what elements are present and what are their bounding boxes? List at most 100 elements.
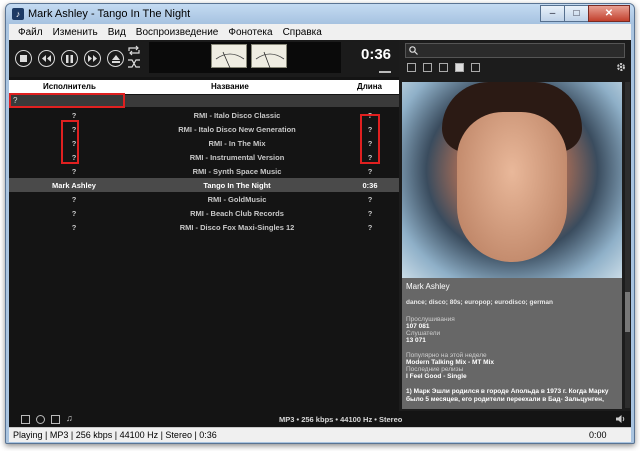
menu-help[interactable]: Справка: [278, 27, 327, 38]
status-text: Playing | MP3 | 256 kbps | 44100 Hz | St…: [13, 430, 217, 440]
bottom-toolbar: ♫ MP3 • 256 kbps • 44100 Hz • Stereo: [9, 411, 631, 427]
artist-tags: dance; disco; 80s; europop; eurodisco; g…: [406, 299, 553, 306]
highlight-box-filter: [9, 93, 125, 108]
artist-bio: 1) Марк Эшли родился в городе Апольда в …: [406, 388, 609, 403]
vu-meter-right: [251, 44, 287, 69]
volume-icon[interactable]: [615, 414, 625, 424]
plays-value: 107 081: [406, 323, 430, 330]
window-title: Mark Ashley - Tango In The Night: [28, 8, 191, 20]
repeat-shuffle-icons[interactable]: [127, 44, 141, 72]
stop-icon: [20, 55, 27, 62]
plays-label: Прослушивания: [406, 316, 455, 323]
releases-label: Последние релизы: [406, 366, 464, 373]
pause-icon: [66, 54, 73, 63]
row-artist: ?: [71, 195, 77, 204]
eject-button[interactable]: [107, 50, 124, 67]
row-length: ?: [367, 209, 373, 218]
vu-meter-left: [211, 44, 247, 69]
status-bar: Playing | MP3 | 256 kbps | 44100 Hz | St…: [9, 427, 631, 442]
row-artist: ?: [71, 209, 77, 218]
column-length[interactable]: Длина: [357, 82, 382, 91]
row-title: RMI - GoldMusic: [207, 195, 267, 204]
row-title: RMI - In The Mix: [208, 139, 266, 148]
view-columns-icon[interactable]: [439, 63, 448, 72]
search-input[interactable]: [420, 45, 620, 56]
view-lyrics-icon[interactable]: [471, 63, 480, 72]
row-title: Tango In The Night: [203, 181, 271, 190]
row-artist: ?: [71, 167, 77, 176]
app-icon: ♪: [12, 8, 24, 20]
format-info: MP3 • 256 kbps • 44100 Hz • Stereo: [279, 415, 403, 424]
artist-photo-face: [457, 112, 567, 262]
row-title: RMI - Instrumental Version: [189, 153, 285, 162]
row-title: RMI - Italo Disco Classic: [193, 111, 281, 120]
previous-button[interactable]: [38, 50, 55, 67]
menu-playback[interactable]: Воспроизведение: [131, 27, 224, 38]
row-length: ?: [367, 167, 373, 176]
row-artist: ?: [71, 111, 77, 120]
info-scrollbar[interactable]: [625, 82, 630, 408]
search-icon: [409, 46, 418, 55]
vu-needle-left-icon: [215, 51, 245, 69]
elapsed-time: 0:36: [361, 46, 392, 63]
music-note-icon[interactable]: ♫: [66, 413, 73, 423]
maximize-button[interactable]: □: [564, 5, 589, 22]
vu-meter-panel: [149, 42, 341, 73]
artist-info: Mark Ashley dance; disco; 80s; europop; …: [402, 278, 622, 409]
row-title: RMI - Synth Space Music: [192, 167, 282, 176]
playlist-row[interactable]: ? RMI - GoldMusic?: [9, 192, 399, 206]
menu-icon[interactable]: [21, 415, 30, 424]
row-title: RMI - Disco Fox Maxi-Singles 12: [179, 223, 295, 232]
playlist-header: Исполнитель Название Длина: [9, 80, 399, 94]
view-grid-icon[interactable]: [423, 63, 432, 72]
column-title[interactable]: Название: [211, 82, 249, 91]
next-button[interactable]: [84, 50, 101, 67]
menu-bar: Файл Изменить Вид Воспроизведение Фоноте…: [9, 24, 631, 40]
row-title: RMI - Italo Disco New Generation: [178, 125, 296, 134]
row-title: RMI - Beach Club Records: [190, 209, 284, 218]
listeners-label: Слушатели: [406, 330, 441, 337]
playlist-row[interactable]: ? RMI - Disco Fox Maxi-Singles 12?: [9, 220, 399, 234]
gear-icon[interactable]: [616, 62, 626, 72]
playlist-row-now-playing[interactable]: Mark Ashley Tango In The Night 0:36: [9, 178, 399, 192]
view-list-icon[interactable]: [407, 63, 416, 72]
fast-forward-icon: [88, 55, 97, 62]
search-box[interactable]: [405, 43, 625, 58]
popular-label: Популярно на этой неделе: [406, 352, 487, 359]
settings-icon[interactable]: [36, 415, 45, 424]
listeners-value: 13 071: [406, 337, 426, 344]
eject-icon: [111, 54, 120, 63]
column-artist[interactable]: Исполнитель: [43, 82, 96, 91]
title-bar: ♪ Mark Ashley - Tango In The Night – □ ✕: [6, 4, 634, 24]
row-length: ?: [367, 223, 373, 232]
minimize-button[interactable]: –: [540, 5, 565, 22]
menu-file[interactable]: Файл: [13, 27, 48, 38]
repeat-icon[interactable]: [128, 45, 140, 56]
menu-edit[interactable]: Изменить: [48, 27, 103, 38]
rewind-icon: [42, 55, 51, 62]
close-button[interactable]: ✕: [588, 5, 630, 22]
releases-value: I Feel Good - Single: [406, 373, 467, 380]
highlight-box-artist: [61, 120, 79, 164]
player-area: 0:36 Исполнитель Название Длина ? ? RMI -…: [9, 40, 631, 427]
row-artist: ?: [71, 223, 77, 232]
app-window: ♪ Mark Ashley - Tango In The Night – □ ✕…: [5, 3, 635, 444]
scrollbar-thumb[interactable]: [625, 292, 630, 332]
view-artist-icon[interactable]: [455, 63, 464, 72]
playlist-row[interactable]: ? RMI - Beach Club Records?: [9, 206, 399, 220]
seek-indicator[interactable]: [379, 71, 391, 73]
shuffle-icon[interactable]: [128, 59, 140, 68]
pause-button[interactable]: [61, 50, 78, 67]
artist-photo: [402, 82, 622, 278]
highlight-box-length: [360, 114, 380, 164]
playlist-icon[interactable]: [51, 415, 60, 424]
playlist-row[interactable]: ? RMI - Synth Space Music?: [9, 164, 399, 178]
stop-button[interactable]: [15, 50, 32, 67]
artist-name: Mark Ashley: [406, 282, 450, 291]
transport-toolbar: 0:36: [9, 40, 399, 77]
vu-needle-right-icon: [255, 51, 285, 69]
window-controls: – □ ✕: [540, 5, 630, 22]
row-length: ?: [367, 195, 373, 204]
menu-view[interactable]: Вид: [103, 27, 131, 38]
menu-library[interactable]: Фонотека: [223, 27, 277, 38]
